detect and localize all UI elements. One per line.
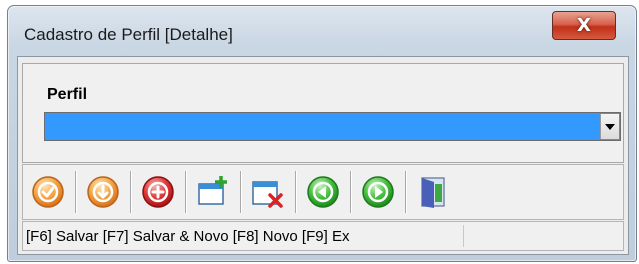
- toolbar-separator: [350, 171, 351, 213]
- shortcut-hints: [F6] Salvar [F7] Salvar & Novo [F8] Novo…: [26, 228, 350, 245]
- chevron-down-icon: [605, 123, 615, 130]
- dialog-window: Cadastro de Perfil [Detalhe] X Perfil [F…: [7, 5, 637, 262]
- perfil-group: Perfil: [22, 63, 624, 163]
- status-divider: [463, 225, 464, 247]
- close-window-icon: [252, 181, 283, 208]
- perfil-label: Perfil: [47, 86, 88, 103]
- save-and-new-button[interactable]: [82, 170, 124, 214]
- toolbar-separator: [185, 171, 186, 213]
- toolbar-separator: [405, 171, 406, 213]
- previous-circle-icon: [307, 176, 339, 208]
- toolbar-separator: [240, 171, 241, 213]
- add-circle-icon: [142, 176, 174, 208]
- download-circle-icon: [87, 176, 119, 208]
- close-button[interactable]: X: [552, 11, 616, 40]
- dropdown-button[interactable]: [600, 114, 619, 139]
- save-button[interactable]: [27, 170, 69, 214]
- exit-button[interactable]: [412, 170, 454, 214]
- check-circle-icon: [32, 176, 64, 208]
- status-bar: [F6] Salvar [F7] Salvar & Novo [F8] Novo…: [22, 221, 624, 251]
- close-icon: X: [577, 15, 591, 36]
- title-bar[interactable]: Cadastro de Perfil [Detalhe] X: [8, 6, 636, 54]
- perfil-combobox[interactable]: [44, 112, 621, 141]
- previous-button[interactable]: [302, 170, 344, 214]
- toolbar-separator: [130, 171, 131, 213]
- new-window-button[interactable]: [192, 170, 234, 214]
- new-window-icon: [198, 176, 227, 205]
- toolbar-separator: [295, 171, 296, 213]
- delete-window-button[interactable]: [247, 170, 289, 214]
- next-circle-icon: [362, 176, 394, 208]
- new-button[interactable]: [137, 170, 179, 214]
- toolbar-separator: [75, 171, 76, 213]
- toolbar: [22, 164, 624, 220]
- exit-door-icon: [421, 177, 445, 208]
- window-title: Cadastro de Perfil [Detalhe]: [24, 25, 233, 44]
- next-button[interactable]: [357, 170, 399, 214]
- client-area: Perfil [F6] Salvar [F7] Salvar & Novo [F…: [17, 56, 629, 255]
